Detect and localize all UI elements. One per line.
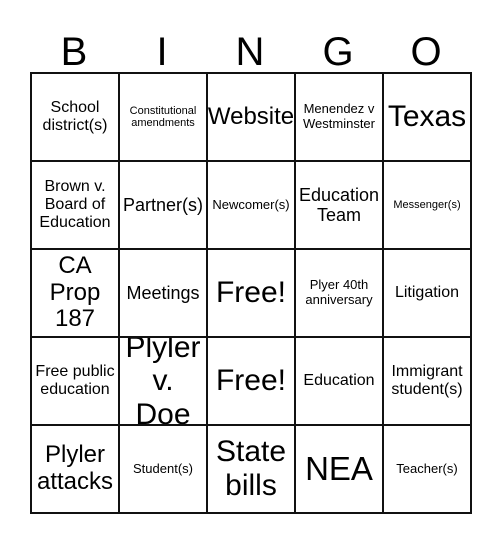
bingo-header-letter-i: I: [156, 30, 168, 74]
bingo-header-letter-b: B: [60, 30, 88, 74]
bingo-cell-r1c4[interactable]: Menendez v Westminster: [296, 74, 384, 162]
bingo-cell-label: Litigation: [394, 284, 460, 302]
bingo-cell-label: Partner(s): [123, 194, 204, 215]
bingo-cell-label: CA Prop 187: [49, 251, 101, 333]
bingo-cell-r5c3[interactable]: State bills: [208, 426, 296, 514]
bingo-cell-label: Education Team: [298, 184, 380, 225]
bingo-cell-label: Messenger(s): [393, 198, 461, 211]
bingo-cell-label: NEA: [305, 449, 373, 487]
bingo-cell-label: Texas: [387, 100, 467, 134]
bingo-cell-r5c4[interactable]: NEA: [296, 426, 384, 514]
bingo-cell-label: Menendez v Westminster: [303, 101, 375, 131]
bingo-cell-r3c2[interactable]: Meetings: [120, 250, 208, 338]
bingo-cell-r2c5[interactable]: Messenger(s): [384, 162, 472, 250]
bingo-cell-label: Plyler v. Doe: [125, 338, 201, 426]
bingo-cell-r3c1[interactable]: CA Prop 187: [32, 250, 120, 338]
bingo-cell-r1c1[interactable]: School district(s): [32, 74, 120, 162]
bingo-cell-free-center[interactable]: Free!: [208, 250, 296, 338]
bingo-header-letter-n: N: [235, 30, 265, 74]
bingo-cell-r5c1[interactable]: Plyler attacks: [32, 426, 120, 514]
bingo-cell-r5c2[interactable]: Student(s): [120, 426, 208, 514]
bingo-cell-label: Free!: [215, 276, 287, 310]
bingo-cell-label: Constitutional amendments: [129, 104, 197, 129]
bingo-cell-label: Meetings: [126, 282, 200, 303]
bingo-cell-label: Immigrant student(s): [391, 363, 463, 398]
bingo-cell-label: State bills: [215, 435, 287, 502]
bingo-cell-label: Brown v. Board of Education: [39, 178, 111, 231]
bingo-cell-r2c4[interactable]: Education Team: [296, 162, 384, 250]
bingo-header-letter-g: G: [322, 30, 354, 74]
bingo-cell-r2c3[interactable]: Newcomer(s): [208, 162, 296, 250]
bingo-cell-label: Free!: [215, 364, 287, 398]
bingo-cell-label: Newcomer(s): [212, 196, 290, 212]
bingo-cell-r1c2[interactable]: Constitutional amendments: [120, 74, 208, 162]
bingo-cell-r1c5[interactable]: Texas: [384, 74, 472, 162]
bingo-cell-label: Student(s): [133, 460, 193, 476]
bingo-cell-label: Plyler attacks: [36, 441, 114, 495]
bingo-header-row: B I N G O: [30, 18, 470, 72]
bingo-cell-r3c5[interactable]: Litigation: [384, 250, 472, 338]
bingo-cell-label: Plyer 40th anniversary: [305, 277, 373, 307]
bingo-cell-r4c5[interactable]: Immigrant student(s): [384, 338, 472, 426]
bingo-header-letter-o: O: [410, 30, 442, 74]
bingo-card: B I N G O School district(s) Constitutio…: [0, 0, 500, 544]
bingo-cell-label: School district(s): [42, 99, 108, 134]
bingo-cell-r5c5[interactable]: Teacher(s): [384, 426, 472, 514]
bingo-cell-r3c4[interactable]: Plyer 40th anniversary: [296, 250, 384, 338]
bingo-cell-r2c1[interactable]: Brown v. Board of Education: [32, 162, 120, 250]
bingo-cell-r4c1[interactable]: Free public education: [32, 338, 120, 426]
bingo-cell-label: Free public education: [35, 363, 115, 398]
bingo-cell-label: Teacher(s): [396, 460, 458, 476]
bingo-cell-r2c2[interactable]: Partner(s): [120, 162, 208, 250]
bingo-cell-r1c3[interactable]: Website: [208, 74, 296, 162]
bingo-cell-r4c4[interactable]: Education: [296, 338, 384, 426]
bingo-cell-label: Website: [208, 102, 295, 130]
bingo-cell-free-second[interactable]: Free!: [208, 338, 296, 426]
bingo-grid: School district(s) Constitutional amendm…: [30, 72, 472, 514]
bingo-cell-r4c2[interactable]: Plyler v. Doe: [120, 338, 208, 426]
bingo-cell-label: Education: [303, 372, 375, 390]
